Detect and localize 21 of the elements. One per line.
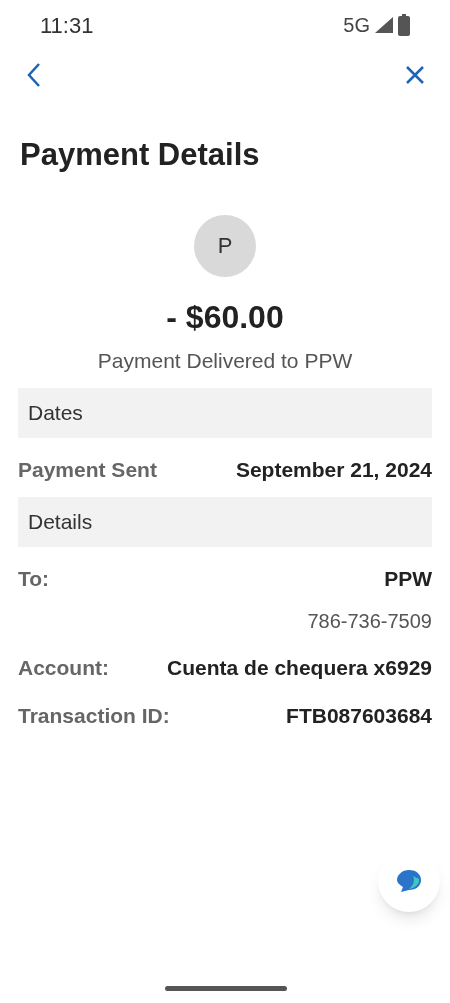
signal-icon xyxy=(374,16,394,34)
field-value: PPW xyxy=(384,565,432,592)
field-label: Account: xyxy=(18,655,109,681)
payment-amount: - $60.00 xyxy=(166,297,284,337)
field-value: 786-736-7509 xyxy=(307,609,432,634)
chat-bubble-icon xyxy=(395,868,423,894)
battery-icon xyxy=(398,14,410,36)
page-title: Payment Details xyxy=(19,136,261,174)
field-value: FTB087603684 xyxy=(286,702,432,729)
section-header: Dates xyxy=(18,388,432,438)
payment-status: Payment Delivered to PPW xyxy=(97,347,353,374)
close-icon xyxy=(404,64,426,86)
field-value: September 21, 2024 xyxy=(235,456,432,483)
status-time: 11:31 xyxy=(40,11,94,40)
network-label: 5G xyxy=(343,13,370,38)
field-label: To: xyxy=(18,565,50,592)
field-value: Cuenta de chequera x6929 xyxy=(167,655,432,681)
payee-avatar: P xyxy=(194,214,256,277)
field-label: Payment Sent xyxy=(18,456,157,483)
field-label: Transaction ID: xyxy=(18,702,170,729)
section-header: Details xyxy=(18,497,432,547)
